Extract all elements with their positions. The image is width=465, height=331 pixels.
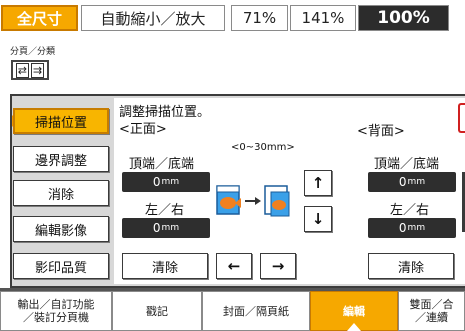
back-left-right-field[interactable]: 0 mm	[368, 218, 456, 238]
arrow-up-icon: ↑	[311, 174, 325, 192]
zoom-100-button[interactable]: 100%	[358, 5, 449, 31]
active-tab-pointer	[347, 323, 361, 331]
sidebar-item-scan-position[interactable]: 掃描位置	[13, 108, 109, 134]
range-hint: <0~30mm>	[231, 142, 295, 153]
back-top-bottom-label: 頂端／底端	[374, 157, 440, 172]
front-left-right-field[interactable]: 0 mm	[122, 218, 210, 238]
front-top-bottom-label: 頂端／底端	[129, 157, 195, 172]
sort-label: 分頁／分類	[10, 47, 56, 57]
zoom-71-button[interactable]: 71%	[231, 5, 288, 31]
back-top-bottom-unit: mm	[407, 177, 426, 187]
back-left-right-label: 左／右	[390, 203, 430, 218]
front-top-bottom-field[interactable]: 0 mm	[122, 172, 210, 192]
move-right-button[interactable]: →	[260, 253, 296, 279]
sort-toggle-button[interactable]: ⇄ ⇉	[11, 60, 49, 80]
move-down-button[interactable]: ↓	[304, 206, 332, 232]
zoom-141-button[interactable]: 141%	[290, 5, 356, 31]
tab-stamp[interactable]: 戳記	[112, 291, 202, 331]
back-left-right-unit: mm	[407, 223, 426, 233]
front-top-bottom-unit: mm	[161, 177, 180, 187]
sort-page-icon: ⇄	[15, 62, 29, 78]
back-left-right-value: 0	[398, 221, 407, 235]
back-top-bottom-field[interactable]: 0 mm	[368, 172, 456, 192]
back-top-bottom-value: 0	[398, 175, 407, 189]
shift-illustration-icon	[215, 180, 295, 222]
sidebar-item-edit-image[interactable]: 編輯影像	[13, 216, 109, 242]
arrow-right-icon: →	[271, 257, 285, 275]
tab-cover-slip[interactable]: 封面／隔頁紙	[202, 291, 310, 331]
move-left-button[interactable]: ←	[216, 253, 252, 279]
back-title: <背面>	[357, 124, 405, 139]
sidebar-item-copy-quality[interactable]: 影印品質	[13, 253, 109, 279]
front-title: <正面>	[119, 122, 167, 137]
sidebar-item-margin-adjust[interactable]: 邊界調整	[13, 146, 109, 172]
tab-output-finisher[interactable]: 輸出／自訂功能 ／裝訂分頁機	[0, 291, 112, 331]
front-left-right-label: 左／右	[145, 203, 185, 218]
group-page-icon: ⇉	[31, 62, 45, 78]
sidebar-item-erase[interactable]: 消除	[13, 180, 109, 206]
auto-zoom-button[interactable]: 自動縮小／放大	[81, 5, 225, 31]
front-left-right-value: 0	[152, 221, 161, 235]
front-left-right-unit: mm	[161, 223, 180, 233]
back-clear-button[interactable]: 清除	[368, 253, 454, 279]
back-preview-edge	[458, 103, 465, 133]
full-size-button[interactable]: 全尺寸	[1, 5, 78, 31]
front-clear-button[interactable]: 清除	[122, 253, 208, 279]
arrow-left-icon: ←	[227, 257, 241, 275]
tab-duplex-combine[interactable]: 雙面／合 ／連續	[398, 291, 465, 331]
arrow-down-icon: ↓	[311, 210, 325, 228]
move-up-button[interactable]: ↑	[304, 170, 332, 196]
front-top-bottom-value: 0	[152, 175, 161, 189]
